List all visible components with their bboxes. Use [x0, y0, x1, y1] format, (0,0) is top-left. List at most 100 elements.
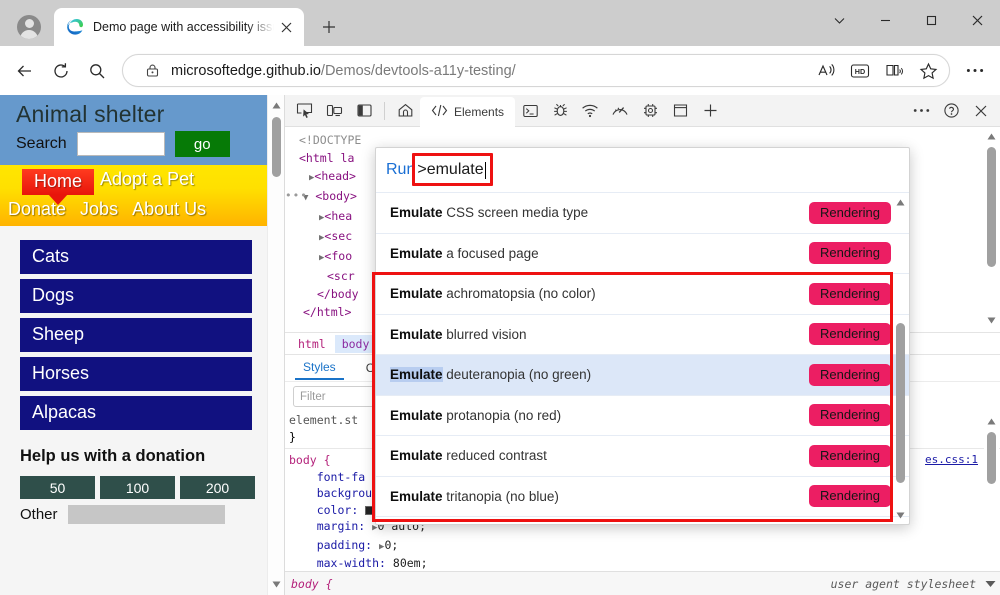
command-item[interactable]: Emulate protanopia (no red) Rendering	[376, 396, 909, 437]
command-item[interactable]: Emulate blurred vision Rendering	[376, 315, 909, 356]
refresh-icon[interactable]	[44, 54, 78, 88]
command-item[interactable]: Emulate achromatopsia (no color) Renderi…	[376, 274, 909, 315]
maximize-button[interactable]	[908, 0, 954, 40]
scroll-down-arrow-icon[interactable]	[893, 508, 908, 522]
scroll-up-arrow-icon[interactable]	[984, 129, 999, 143]
list-item[interactable]: Cats	[20, 240, 252, 274]
command-item[interactable]: Emulate reduced contrast Rendering	[376, 436, 909, 477]
sources-bug-icon[interactable]	[545, 97, 575, 125]
scroll-up-arrow-icon[interactable]	[268, 97, 285, 114]
scrollbar-thumb[interactable]	[987, 147, 996, 267]
list-item[interactable]: Dogs	[20, 279, 252, 313]
command-item-rest: achromatopsia (no color)	[443, 286, 596, 301]
console-icon[interactable]	[515, 97, 545, 125]
more-tabs-plus-icon[interactable]	[695, 97, 725, 125]
command-item[interactable]: Emulate CSS screen media type Rendering	[376, 193, 909, 234]
breadcrumb-item-body[interactable]: body	[335, 335, 377, 353]
search-icon[interactable]	[80, 54, 114, 88]
nav-item-about-us[interactable]: About Us	[132, 199, 206, 220]
new-tab-button[interactable]	[314, 12, 344, 42]
styles-pane-scrollbar[interactable]	[984, 412, 999, 571]
css-source-link[interactable]: es.css:1	[925, 452, 978, 469]
close-window-button[interactable]	[954, 0, 1000, 40]
tab-elements[interactable]: Elements	[420, 97, 515, 127]
site-info-lock-icon[interactable]	[137, 57, 167, 85]
close-devtools-icon[interactable]	[966, 97, 996, 125]
css-declaration[interactable]: padding: ▶0;	[285, 537, 1000, 556]
breadcrumb-item-html[interactable]: html	[291, 335, 333, 353]
command-item[interactable]: Emulate a focused page Rendering	[376, 234, 909, 275]
help-question-icon[interactable]	[936, 97, 966, 125]
color-swatch-icon[interactable]	[365, 506, 374, 515]
device-emulation-icon[interactable]	[319, 97, 349, 125]
list-item[interactable]: Horses	[20, 357, 252, 391]
read-aloud-icon[interactable]	[811, 57, 841, 85]
inspect-element-icon[interactable]	[289, 97, 319, 125]
minimize-button[interactable]	[862, 0, 908, 40]
hd-video-icon[interactable]: HD	[845, 57, 875, 85]
star-favorite-icon[interactable]	[913, 57, 943, 85]
command-palette-input-row[interactable]: Run >emulate	[376, 148, 909, 193]
scroll-down-arrow-icon[interactable]	[268, 576, 285, 593]
tab-actions-chevron-down-icon[interactable]	[816, 0, 862, 40]
dom-more-ellipsis-icon[interactable]: •••	[285, 187, 308, 205]
nav-item-adopt-a-pet[interactable]: Adopt a Pet	[100, 169, 194, 190]
command-item-badge: Rendering	[809, 485, 891, 507]
donate-amount-100-button[interactable]: 100	[100, 476, 175, 499]
donate-amount-50-button[interactable]: 50	[20, 476, 95, 499]
command-item[interactable]: Emulate tritanopia (no blue) Rendering	[376, 477, 909, 518]
dom-line-text: <head>	[314, 169, 356, 183]
dock-side-icon[interactable]	[349, 97, 379, 125]
immersive-reader-icon[interactable]	[879, 57, 909, 85]
nav-item-home[interactable]: Home	[22, 169, 94, 195]
command-palette-scrollbar[interactable]	[893, 193, 908, 524]
nav-item-jobs[interactable]: Jobs	[80, 199, 118, 220]
command-item-rest: blurred vision	[443, 327, 527, 342]
browser-settings-ellipsis-icon[interactable]	[958, 54, 992, 88]
home-icon[interactable]	[390, 97, 420, 125]
command-item-match: Emulate	[390, 408, 443, 423]
donate-amount-200-button[interactable]: 200	[180, 476, 255, 499]
command-item-match: Emulate	[390, 205, 443, 220]
network-icon[interactable]	[575, 97, 605, 125]
donation-amount-buttons: 50 100 200	[0, 466, 268, 499]
scroll-down-arrow-icon[interactable]	[984, 313, 999, 327]
list-item[interactable]: Sheep	[20, 318, 252, 352]
page-scrollbar[interactable]	[267, 95, 284, 595]
go-button[interactable]: go	[175, 131, 230, 157]
devtools-settings-ellipsis-icon[interactable]	[906, 97, 936, 125]
command-item-label: Emulate deuteranopia (no green)	[390, 367, 591, 382]
scroll-up-arrow-icon[interactable]	[984, 414, 999, 428]
url-text: microsoftedge.github.io/Demos/devtools-a…	[171, 63, 807, 79]
other-amount-input[interactable]	[68, 505, 225, 524]
close-tab-icon[interactable]	[274, 15, 298, 39]
performance-icon[interactable]	[605, 97, 635, 125]
scrollbar-thumb[interactable]	[896, 323, 905, 483]
status-source: user agent stylesheet	[831, 577, 976, 591]
scroll-up-arrow-icon[interactable]	[893, 195, 908, 209]
list-item[interactable]: Alpacas	[20, 396, 252, 430]
command-item-label: Emulate CSS screen media type	[390, 205, 588, 220]
command-item-selected[interactable]: Emulate deuteranopia (no green) Renderin…	[376, 355, 909, 396]
css-value: 80em;	[393, 556, 428, 570]
command-item-match: Emulate	[390, 246, 443, 261]
command-palette-query-wrap[interactable]: >emulate	[417, 161, 485, 179]
command-palette[interactable]: Run >emulate Emulate CSS screen media ty…	[375, 147, 910, 525]
css-declaration[interactable]: max-width: 80em;	[285, 555, 1000, 571]
donation-heading: Help us with a donation	[0, 435, 268, 466]
memory-chip-icon[interactable]	[635, 97, 665, 125]
elements-pane-scrollbar[interactable]	[984, 127, 999, 329]
styles-collapse-arrow-icon[interactable]	[985, 577, 996, 591]
profile-button[interactable]	[6, 8, 52, 46]
address-bar[interactable]: microsoftedge.github.io/Demos/devtools-a…	[122, 54, 950, 87]
application-icon[interactable]	[665, 97, 695, 125]
tab-styles[interactable]: Styles	[295, 356, 344, 380]
command-item-label: Emulate tritanopia (no blue)	[390, 489, 559, 504]
browser-tab[interactable]: Demo page with accessibility issu	[54, 8, 304, 46]
search-label: Search	[16, 135, 67, 153]
command-palette-input[interactable]: >emulate	[417, 161, 483, 179]
scrollbar-thumb[interactable]	[272, 117, 281, 177]
search-input[interactable]	[77, 132, 165, 156]
back-arrow-icon[interactable]	[8, 54, 42, 88]
scrollbar-thumb[interactable]	[987, 432, 996, 484]
